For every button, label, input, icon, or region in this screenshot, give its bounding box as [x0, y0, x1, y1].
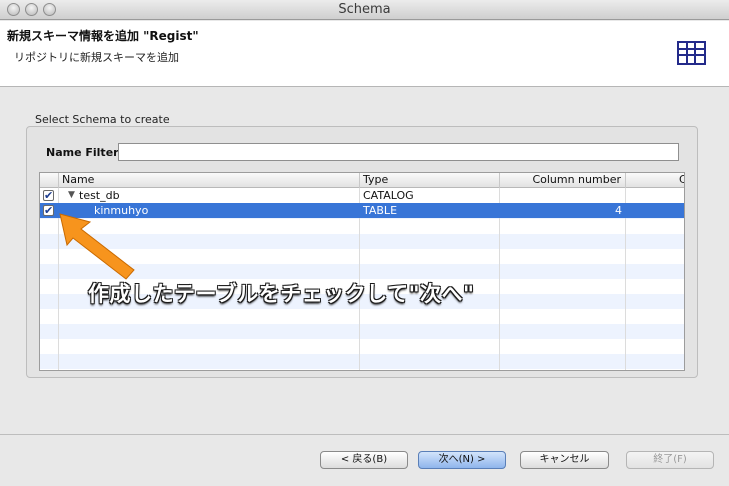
group-label: Select Schema to create	[35, 113, 170, 126]
finish-button[interactable]: 終了(F)	[626, 451, 714, 469]
row-type: CATALOG	[363, 189, 414, 202]
window-titlebar: Schema	[0, 0, 729, 20]
row-type: TABLE	[363, 204, 398, 217]
column-header-check[interactable]	[40, 173, 59, 188]
row-name: test_db	[79, 189, 120, 202]
column-header-more[interactable]: C	[626, 173, 684, 188]
back-button[interactable]: < 戻る(B)	[320, 451, 408, 469]
row-column-number	[500, 188, 622, 203]
table-icon	[677, 41, 706, 65]
row-checkbox[interactable]: ✔	[43, 190, 54, 201]
annotation-text: 作成したテーブルをチェックして"次へ"	[88, 282, 475, 306]
next-button[interactable]: 次へ(N) >	[418, 451, 506, 469]
row-checkbox[interactable]: ✔	[43, 205, 54, 216]
wizard-header: 新規スキーマ情報を追加 "Regist" リポジトリに新規スキーマを追加	[0, 21, 729, 87]
orange-arrow-icon	[59, 213, 135, 280]
wizard-title: 新規スキーマ情報を追加 "Regist"	[7, 29, 199, 43]
wizard-subtitle: リポジトリに新規スキーマを追加	[14, 51, 179, 64]
cancel-button[interactable]: キャンセル	[520, 451, 609, 469]
table-header: Name Type Column number C	[40, 173, 684, 188]
column-header-type[interactable]: Type	[360, 173, 500, 188]
column-header-name[interactable]: Name	[59, 173, 360, 188]
footer-separator	[0, 434, 729, 435]
table-row[interactable]: ✔ ▼ test_db CATALOG	[40, 188, 684, 203]
window-title: Schema	[338, 2, 391, 17]
name-filter-label: Name Filter:	[46, 146, 123, 159]
name-filter-input[interactable]	[118, 143, 679, 161]
row-column-number: 4	[615, 204, 622, 217]
column-header-column-number[interactable]: Column number	[500, 173, 626, 188]
expand-triangle-icon[interactable]: ▼	[68, 188, 75, 203]
